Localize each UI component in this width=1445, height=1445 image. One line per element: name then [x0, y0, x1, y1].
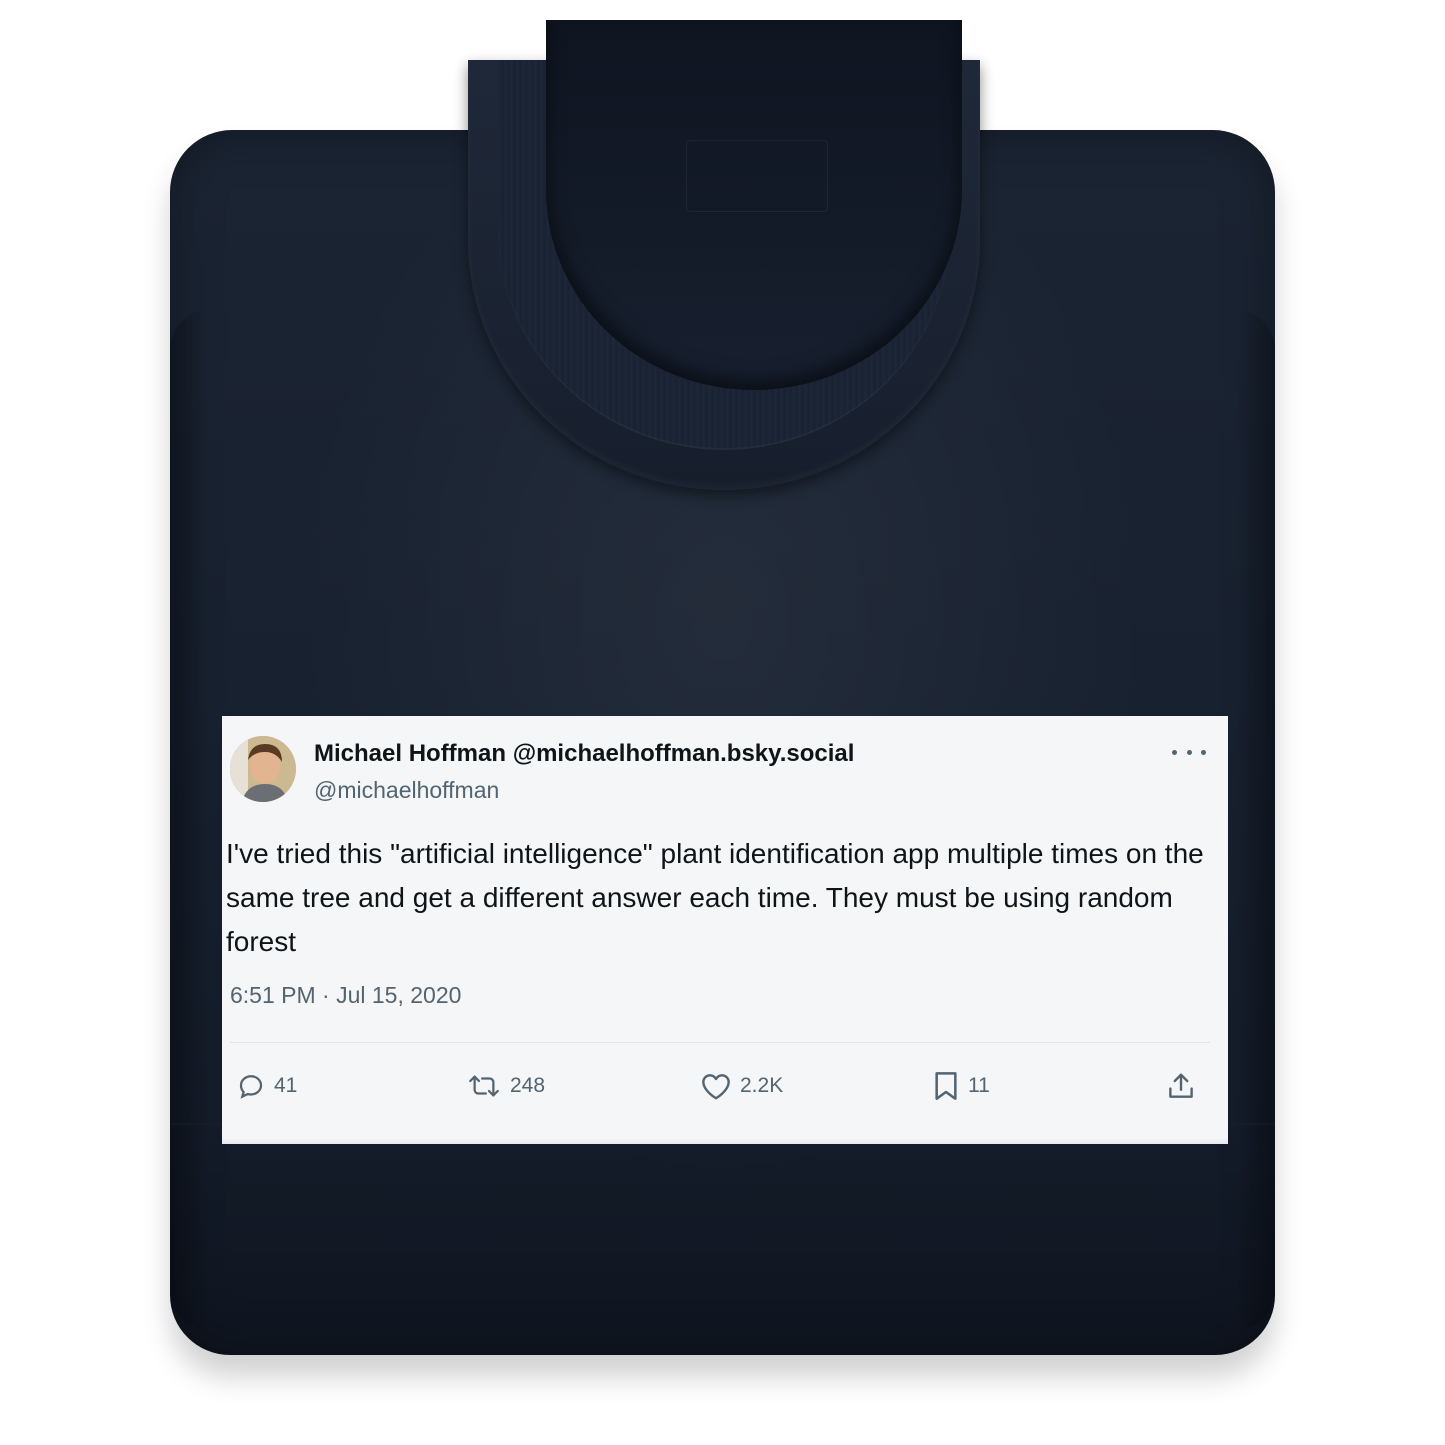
tweet-timestamp: 6:51 PM · Jul 15, 2020 [230, 982, 462, 1008]
share-icon [1169, 1073, 1193, 1098]
bookmark-button[interactable]: 11 [932, 1066, 990, 1106]
product-photo: Michael Hoffman @michaelhoffman.bsky.soc… [0, 0, 1445, 1445]
reply-button[interactable]: 41 [236, 1066, 297, 1106]
bookmark-icon [935, 1072, 957, 1100]
divider [230, 1042, 1210, 1043]
reply-icon [239, 1075, 263, 1099]
avatar [230, 736, 296, 802]
neck-label [686, 140, 828, 212]
tweet-print: Michael Hoffman @michaelhoffman.bsky.soc… [222, 716, 1228, 1144]
more-dot [1201, 749, 1206, 755]
like-button[interactable]: 2.2K [700, 1066, 783, 1106]
more-dot [1172, 749, 1177, 755]
retweet-count: 248 [510, 1074, 546, 1097]
tweet-actions: 41 248 2.2K 11 [222, 1066, 1228, 1106]
reply-count: 41 [274, 1074, 298, 1097]
heart-icon [702, 1074, 730, 1100]
more-dot [1186, 749, 1192, 755]
bottom-hem [170, 1123, 1275, 1355]
retweet-icon [469, 1075, 499, 1097]
card-bottom-edge [222, 1138, 1228, 1144]
display-name: Michael Hoffman @michaelhoffman.bsky.soc… [314, 740, 855, 767]
user-handle: @michaelhoffman [314, 777, 500, 803]
retweet-button[interactable]: 248 [466, 1066, 545, 1106]
collar-ribbing [498, 20, 962, 450]
collar-inside [546, 20, 962, 390]
like-count: 2.2K [740, 1074, 784, 1097]
tweet-text: I've tried this "artificial intelligence… [226, 838, 1204, 957]
share-button[interactable] [1166, 1066, 1196, 1106]
more-icon[interactable] [1172, 742, 1206, 762]
bookmark-count: 11 [968, 1074, 990, 1097]
